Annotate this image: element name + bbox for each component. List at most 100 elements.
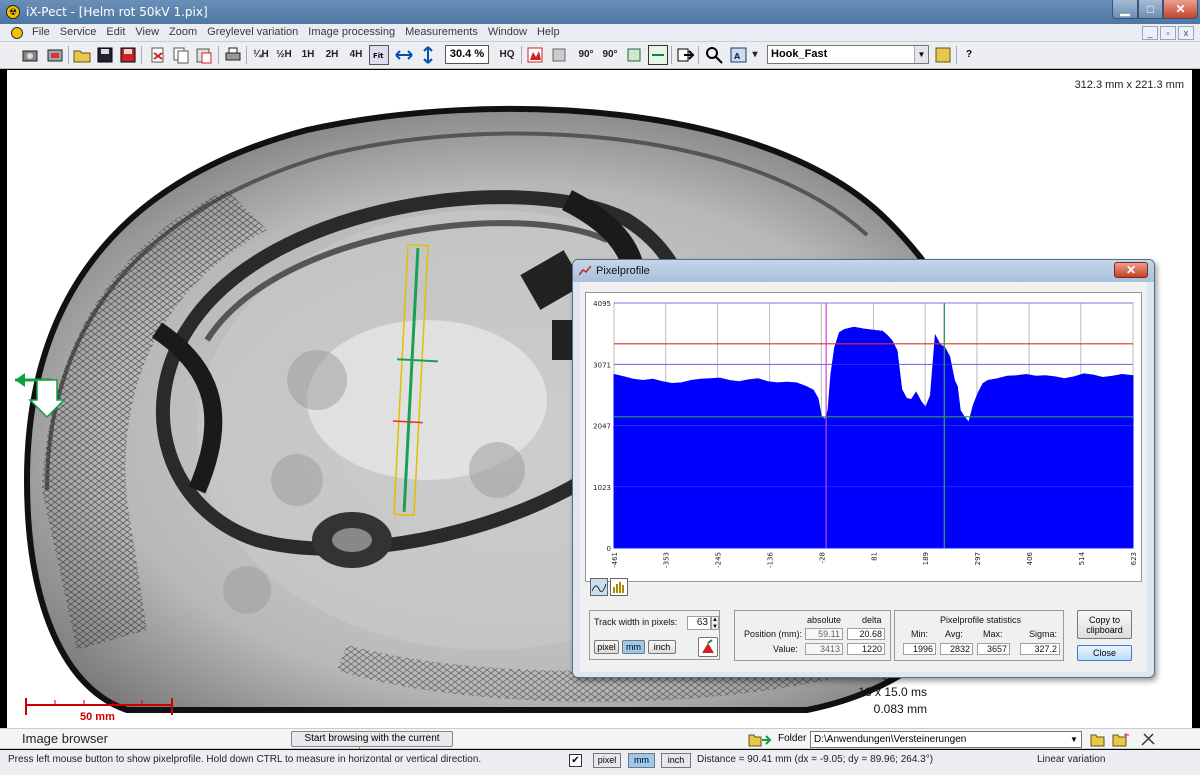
rotate-right-90-button[interactable]: 90° [600, 45, 620, 65]
menu-help[interactable]: Help [537, 26, 567, 38]
status-unit-inch[interactable]: inch [661, 753, 691, 768]
fit-to-window-icon[interactable]: Fit [369, 45, 389, 65]
status-hint: Press left mouse button to show pixelpro… [8, 754, 482, 765]
menu-greylevel-variation[interactable]: Greylevel variation [207, 26, 305, 38]
close-button[interactable]: ✕ [1163, 0, 1198, 19]
chevron-down-icon[interactable]: ▼ [914, 46, 928, 63]
folder-up-icon[interactable] [1090, 732, 1106, 747]
fit-height-icon[interactable] [418, 45, 438, 65]
info-exposure: 16 x 15.0 ms [858, 685, 927, 699]
title-bar: ☢ iX-Pect - [Helm rot 50kV 1.pix] ▁ □ ✕ [0, 0, 1200, 24]
status-unit-pixel[interactable]: pixel [593, 753, 621, 768]
zoom-1x-button[interactable]: 1H [298, 45, 318, 65]
copy-icon[interactable] [171, 45, 191, 65]
chevron-down-icon[interactable]: ▼ [1067, 732, 1081, 747]
track-width-spinner[interactable]: ▲ ▼ [711, 616, 719, 630]
unit-mm-button[interactable]: mm [622, 640, 645, 654]
rotate-180-icon[interactable] [624, 45, 644, 65]
zoom-quarter-button[interactable]: ¼H [251, 45, 271, 65]
y-tick-label: 4095 [593, 300, 611, 308]
value-absolute: 3413 [805, 643, 843, 655]
zoom-2x-button[interactable]: 2H [322, 45, 342, 65]
paste-icon[interactable] [194, 45, 214, 65]
x-tick-label: 514 [1078, 551, 1086, 565]
position-label: Position (mm): [744, 629, 803, 639]
zoom-4x-button[interactable]: 4H [346, 45, 366, 65]
folder-go-icon[interactable] [748, 732, 772, 747]
scan-icon[interactable] [45, 45, 65, 65]
help-button[interactable]: ? [959, 45, 979, 65]
distance-readout: Distance = 90.41 mm (dx = -9.05; dy = 89… [697, 754, 934, 765]
hq-button[interactable]: HQ [495, 45, 519, 65]
absolute-header: absolute [807, 615, 842, 625]
hook-settings-icon[interactable] [933, 45, 953, 65]
value-delta: 1220 [847, 643, 885, 655]
menu-service[interactable]: Service [60, 26, 104, 38]
export-icon[interactable] [675, 45, 695, 65]
y-tick-label: 1023 [593, 484, 611, 492]
sigma-value: 327.2 [1020, 643, 1060, 655]
document-icon[interactable] [11, 27, 23, 39]
browser-settings-icon[interactable] [1140, 732, 1156, 747]
mdi-minimize-button[interactable]: _ [1142, 26, 1158, 40]
unit-group: pixel mm inch [589, 635, 720, 660]
chevron-down-icon[interactable]: ▾ [750, 45, 760, 65]
menu-view[interactable]: View [135, 26, 166, 38]
menu-image-processing[interactable]: Image processing [308, 26, 402, 38]
mdi-buttons: _ ▫ x [1142, 26, 1194, 40]
new-folder-icon[interactable] [1112, 732, 1130, 747]
profile-chart[interactable]: 4095 3071 2047 1023 0 -461 -353 -245 -136 -28 81 18… [585, 292, 1142, 582]
menu-zoom[interactable]: Zoom [169, 26, 204, 38]
print-icon[interactable] [223, 45, 243, 65]
dialog-close-button-bottom[interactable]: Close [1077, 645, 1132, 661]
sigma-label: Sigma: [1029, 629, 1058, 639]
mdi-close-button[interactable]: x [1178, 26, 1194, 40]
image-dimensions: 312.3 mm x 221.3 mm [1074, 79, 1184, 91]
cut-icon[interactable] [148, 45, 168, 65]
menu-window[interactable]: Window [488, 26, 534, 38]
rotate-left-90-button[interactable]: 90° [576, 45, 596, 65]
zoom-half-button[interactable]: ½H [274, 45, 294, 65]
profile-color-icon[interactable] [698, 637, 718, 657]
line-profile-mode-icon[interactable] [590, 578, 608, 596]
unit-inch-button[interactable]: inch [648, 640, 676, 654]
histogram-icon[interactable] [525, 45, 545, 65]
save-icon[interactable] [95, 45, 115, 65]
start-browsing-button[interactable]: Start browsing with the current image [291, 731, 453, 758]
status-checkbox[interactable]: ✔ [569, 754, 582, 767]
track-width-label: Track width in pixels: [594, 617, 678, 627]
histogram-mode-icon[interactable] [610, 578, 628, 596]
menu-list: File Service Edit View Zoom Greylevel va… [32, 26, 570, 38]
magnifier-icon[interactable] [704, 45, 724, 65]
status-unit-mm[interactable]: mm [628, 753, 655, 768]
fit-width-icon[interactable] [394, 45, 414, 65]
measure-tool-icon[interactable]: A [729, 45, 749, 65]
hook-select[interactable]: Hook_Fast ▼ [767, 45, 929, 64]
status-bar: Press left mouse button to show pixelpro… [0, 750, 1200, 775]
mirror-icon[interactable] [648, 45, 668, 65]
open-folder-icon[interactable] [72, 45, 92, 65]
menu-measurements[interactable]: Measurements [405, 26, 485, 38]
zoom-percent-field[interactable]: 30.4 % [445, 45, 489, 64]
x-tick-label: -245 [714, 552, 722, 568]
minimize-button[interactable]: ▁ [1112, 0, 1138, 19]
dialog-close-button[interactable]: ✕ [1114, 262, 1148, 278]
acquire-icon[interactable] [20, 45, 40, 65]
profile-chart-icon [579, 266, 591, 276]
x-tick-label: -136 [767, 551, 775, 567]
profile-chart-svg: 4095 3071 2047 1023 0-461 -353 -245 -136 -28 81 18… [593, 300, 1138, 568]
folder-select[interactable]: D:\Anwendungen\Versteinerungen ▼ [810, 731, 1082, 748]
y-tick-label: 0 [607, 545, 611, 553]
rotate-free-icon[interactable] [549, 45, 569, 65]
mdi-restore-button[interactable]: ▫ [1160, 26, 1176, 40]
pixelprofile-dialog: Pixelprofile ✕ 4095 3071 2047 1023 0 -461 -353… [572, 259, 1155, 678]
unit-pixel-button[interactable]: pixel [594, 640, 619, 654]
maximize-button[interactable]: □ [1138, 0, 1163, 19]
dialog-titlebar[interactable]: Pixelprofile ✕ [573, 260, 1154, 282]
save-as-icon[interactable] [118, 45, 138, 65]
track-width-input[interactable]: 63 [687, 616, 711, 630]
copy-to-clipboard-button[interactable]: Copy to clipboard [1077, 610, 1132, 639]
menu-file[interactable]: File [32, 26, 57, 38]
menu-edit[interactable]: Edit [106, 26, 132, 38]
x-tick-label: 189 [922, 552, 930, 565]
